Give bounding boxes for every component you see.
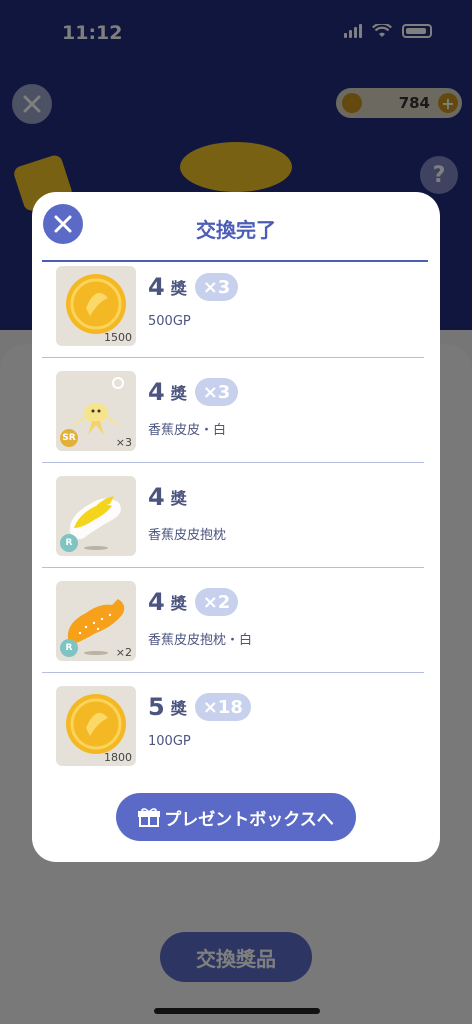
reward-rank: 4 獎 ×3 [148,272,239,302]
multiplier-badge: ×3 [194,378,239,406]
reward-name: 香蕉皮皮抱枕 [148,528,227,543]
rank-number: 4 [148,483,165,511]
exchange-complete-dialog: 交換完了 1500 4 獎 ×3 500GP SR ×3 4 獎 ×3 香蕉皮皮… [32,192,440,862]
reward-name: 香蕉皮皮・白 [148,423,227,438]
reward-quantity: ×3 [115,436,132,449]
present-box-button[interactable]: プレゼントボックスへ [116,793,356,841]
reward-rank: 5 獎 ×18 [148,692,251,722]
reward-row: R 4 獎 香蕉皮皮抱枕 [42,464,424,568]
rank-number: 4 [148,588,165,616]
reward-name: 100GP [148,734,191,749]
rank-number: 4 [148,273,165,301]
reward-thumbnail: R ×2 [56,581,136,661]
present-box-label: プレゼントボックスへ [164,809,334,830]
reward-thumbnail: SR ×3 [56,371,136,451]
reward-rank: 4 獎 [148,482,187,512]
rank-unit: 獎 [170,384,187,403]
rarity-badge: R [60,534,78,552]
rank-unit: 獎 [170,699,187,718]
reward-rank: 4 獎 ×3 [148,377,239,407]
reward-quantity: ×2 [115,646,132,659]
dialog-title: 交換完了 [196,218,276,242]
reward-list[interactable]: 1500 4 獎 ×3 500GP SR ×3 4 獎 ×3 香蕉皮皮・白 R … [32,262,440,782]
rank-unit: 獎 [170,489,187,508]
rarity-badge: R [60,639,78,657]
home-indicator [154,1008,320,1014]
reward-row: R ×2 4 獎 ×2 香蕉皮皮抱枕・白 [42,569,424,673]
rank-unit: 獎 [170,594,187,613]
reward-rank: 4 獎 ×2 [148,587,239,617]
multiplier-badge: ×18 [194,693,251,721]
reward-name: 香蕉皮皮抱枕・白 [148,633,253,648]
multiplier-badge: ×2 [194,588,239,616]
reward-row: 1800 5 獎 ×18 100GP [42,674,424,778]
reward-thumbnail: R [56,476,136,556]
dialog-header: 交換完了 [32,192,440,260]
reward-quantity: 1500 [104,331,132,344]
rank-unit: 獎 [170,279,187,298]
gift-icon [138,808,161,827]
reward-thumbnail: 1800 [56,686,136,766]
rank-number: 5 [148,693,165,721]
rank-number: 4 [148,378,165,406]
reward-quantity: 1800 [104,751,132,764]
multiplier-badge: ×3 [194,273,239,301]
reward-name: 500GP [148,314,191,329]
reward-thumbnail: 1500 [56,266,136,346]
reward-row: 1500 4 獎 ×3 500GP [42,262,424,358]
reward-row: SR ×3 4 獎 ×3 香蕉皮皮・白 [42,359,424,463]
rarity-badge: SR [60,429,78,447]
